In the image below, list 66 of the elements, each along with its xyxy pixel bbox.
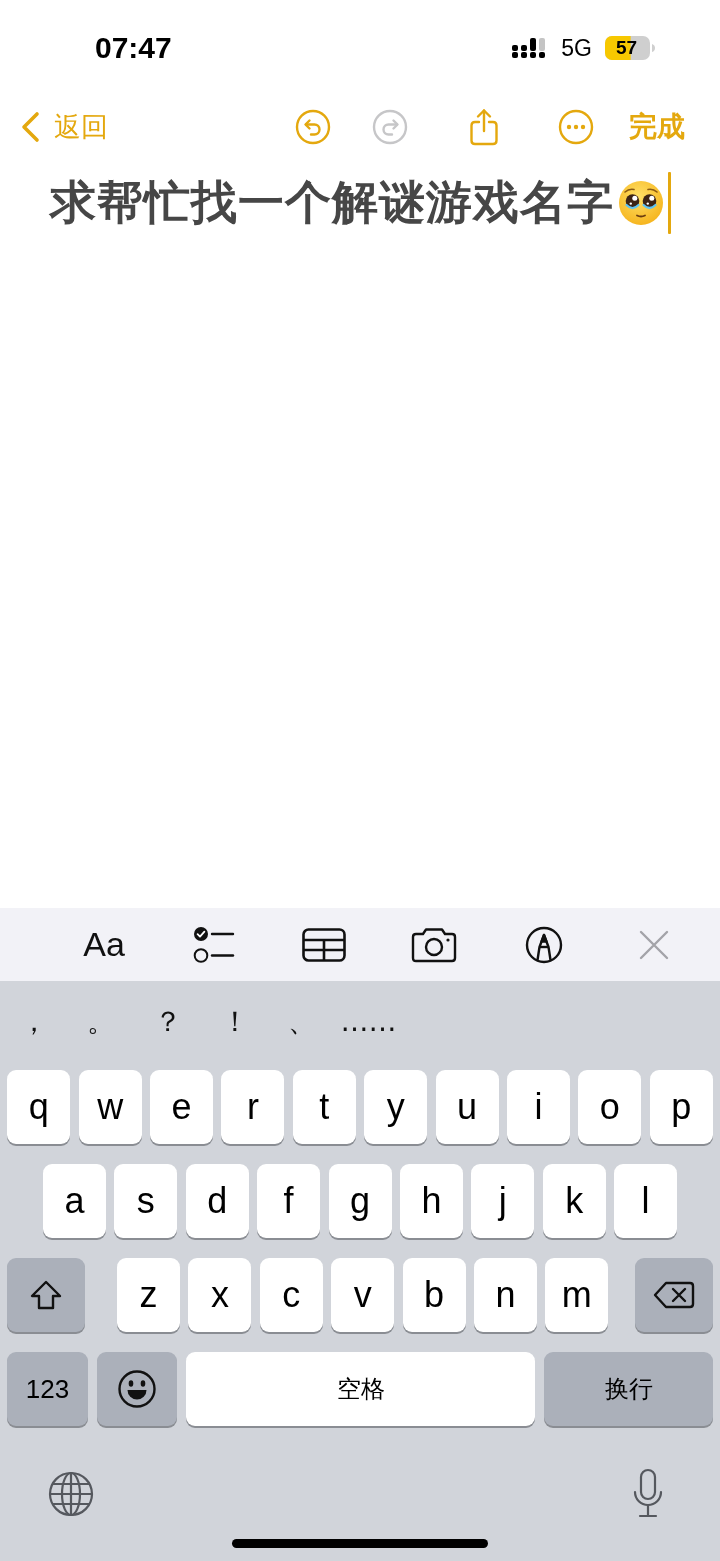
text-format-button[interactable]: Aa [83, 925, 125, 964]
redo-icon [372, 109, 408, 145]
keyboard-key[interactable]: p [649, 1070, 713, 1144]
signal-icon [512, 38, 546, 58]
shift-icon [29, 1279, 63, 1311]
punctuation-candidate[interactable]: …… [335, 1005, 402, 1038]
smiley-face-icon [117, 1369, 157, 1409]
note-title: 求帮忙找一个解谜游戏名字 [50, 175, 614, 230]
checklist-icon [193, 925, 235, 964]
keyboard-key[interactable]: j [471, 1164, 535, 1238]
keyboard-key[interactable]: o [578, 1070, 642, 1144]
undo-icon [295, 109, 331, 145]
keyboard-key[interactable]: e [150, 1070, 213, 1144]
keyboard-key[interactable]: u [435, 1070, 499, 1144]
space-key[interactable]: 空格 [186, 1352, 535, 1426]
markup-pen-icon [525, 925, 563, 964]
backspace-icon [653, 1280, 695, 1310]
emoji-key[interactable] [97, 1352, 177, 1426]
keyboard-key[interactable]: f [257, 1164, 321, 1238]
keyboard-key[interactable]: z [117, 1258, 180, 1332]
microphone-icon [632, 1468, 664, 1520]
share-icon [467, 108, 501, 146]
keyboard-key[interactable]: g [328, 1164, 392, 1238]
punctuation-candidate[interactable]: ， [0, 1002, 67, 1041]
keyboard-key[interactable]: m [545, 1258, 609, 1332]
keyboard-key[interactable]: t [292, 1070, 356, 1144]
shift-key[interactable] [7, 1258, 85, 1332]
globe-button[interactable] [48, 1471, 94, 1517]
punctuation-candidate[interactable]: ？ [134, 1002, 201, 1041]
keyboard-key[interactable]: b [402, 1258, 466, 1332]
text-cursor [668, 172, 671, 234]
camera-button[interactable] [411, 926, 457, 963]
pleading-face-emoji-icon [618, 180, 664, 226]
checklist-button[interactable] [193, 925, 235, 964]
keyboard-key[interactable]: r [221, 1070, 285, 1144]
punctuation-candidate[interactable]: ！ [201, 1002, 268, 1041]
status-time: 07:47 [95, 31, 172, 65]
keyboard-key[interactable]: s [114, 1164, 178, 1238]
keyboard-key[interactable]: h [399, 1164, 463, 1238]
keyboard-key[interactable]: d [185, 1164, 249, 1238]
keyboard-key[interactable]: v [331, 1258, 395, 1332]
keyboard-key[interactable]: y [364, 1070, 428, 1144]
camera-icon [411, 926, 457, 963]
keyboard-key[interactable]: x [188, 1258, 252, 1332]
more-icon [558, 109, 594, 145]
keyboard-key[interactable]: a [42, 1164, 106, 1238]
chevron-left-icon [20, 111, 40, 143]
keyboard-key[interactable]: l [614, 1164, 678, 1238]
keyboard-key[interactable]: i [506, 1070, 570, 1144]
keyboard-key[interactable]: q [7, 1070, 71, 1144]
markup-button[interactable] [525, 925, 563, 964]
keyboard-key[interactable]: k [542, 1164, 606, 1238]
table-icon [302, 927, 346, 962]
keyboard-key[interactable]: w [78, 1070, 142, 1144]
globe-icon [48, 1471, 94, 1517]
punctuation-candidate[interactable]: 、 [268, 1002, 335, 1041]
backspace-key[interactable] [635, 1258, 713, 1332]
close-icon [639, 929, 669, 960]
return-key[interactable]: 换行 [544, 1352, 713, 1426]
keyboard-key[interactable]: n [473, 1258, 537, 1332]
network-type: 5G [561, 34, 592, 62]
microphone-button[interactable] [632, 1468, 664, 1520]
punctuation-candidate[interactable]: 。 [67, 1002, 134, 1041]
keyboard-key[interactable]: c [259, 1258, 323, 1332]
numbers-key[interactable]: 123 [7, 1352, 88, 1426]
table-button[interactable] [302, 927, 346, 962]
